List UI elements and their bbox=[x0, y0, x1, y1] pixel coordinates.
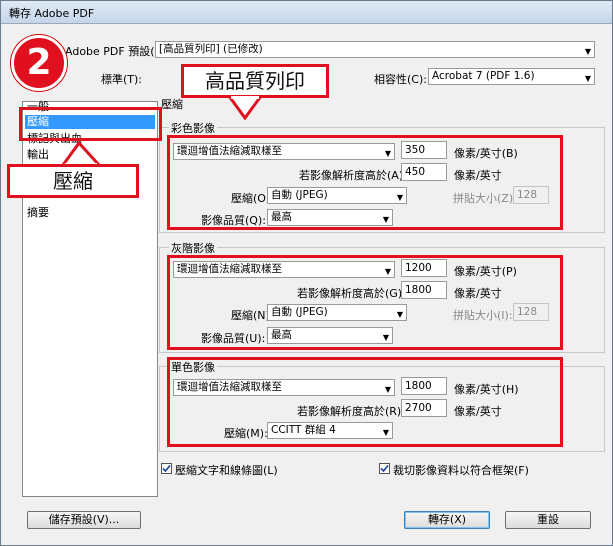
save-preset-button[interactable]: 儲存預設(V)... bbox=[27, 511, 141, 529]
highlight-compression-item bbox=[19, 107, 162, 141]
export-button[interactable]: 轉存(X) bbox=[404, 511, 490, 529]
preset-label: Adobe PDF 預設(S): bbox=[65, 45, 170, 58]
chevron-down-icon: ▼ bbox=[584, 47, 591, 56]
crop-image-label: 裁切影像資料以符合框架(F) bbox=[393, 464, 529, 477]
callout-compression: 壓縮 bbox=[7, 164, 139, 198]
export-pdf-dialog: 轉存 Adobe PDF Adobe PDF 預設(S): [高品質列印] (已… bbox=[0, 0, 613, 546]
compat-select[interactable]: Acrobat 7 (PDF 1.6) ▼ bbox=[428, 68, 595, 85]
highlight-gray-settings bbox=[167, 255, 563, 350]
callout-high-quality-print: 高品質列印 bbox=[181, 64, 329, 98]
title-bar: 轉存 Adobe PDF bbox=[1, 1, 612, 24]
step-number-badge: 2 bbox=[11, 35, 67, 91]
highlight-mono-settings bbox=[167, 357, 563, 447]
preset-value: [高品質列印] (已修改) bbox=[159, 43, 263, 55]
callout-pointer-icon bbox=[227, 96, 263, 120]
standard-label: 標準(T): bbox=[101, 73, 143, 86]
reset-button[interactable]: 重設 bbox=[505, 511, 591, 529]
highlight-color-settings bbox=[167, 135, 563, 230]
gray-images-title: 灰階影像 bbox=[169, 240, 217, 256]
compat-value: Acrobat 7 (PDF 1.6) bbox=[432, 70, 535, 82]
compress-text-label: 壓縮文字和線條圖(L) bbox=[175, 464, 278, 477]
sidebar-item-summary[interactable]: 摘要 bbox=[25, 206, 155, 220]
preset-select[interactable]: [高品質列印] (已修改) ▼ bbox=[155, 41, 595, 58]
window-title: 轉存 Adobe PDF bbox=[9, 7, 95, 20]
compat-label: 相容性(C): bbox=[374, 73, 427, 86]
chevron-down-icon: ▼ bbox=[584, 74, 591, 83]
crop-image-checkbox[interactable] bbox=[379, 463, 390, 474]
section-title: 壓縮 bbox=[161, 98, 183, 111]
checkmark-icon bbox=[162, 464, 171, 473]
compress-text-checkbox[interactable] bbox=[161, 463, 172, 474]
checkmark-icon bbox=[380, 464, 389, 473]
color-images-title: 彩色影像 bbox=[169, 120, 217, 136]
